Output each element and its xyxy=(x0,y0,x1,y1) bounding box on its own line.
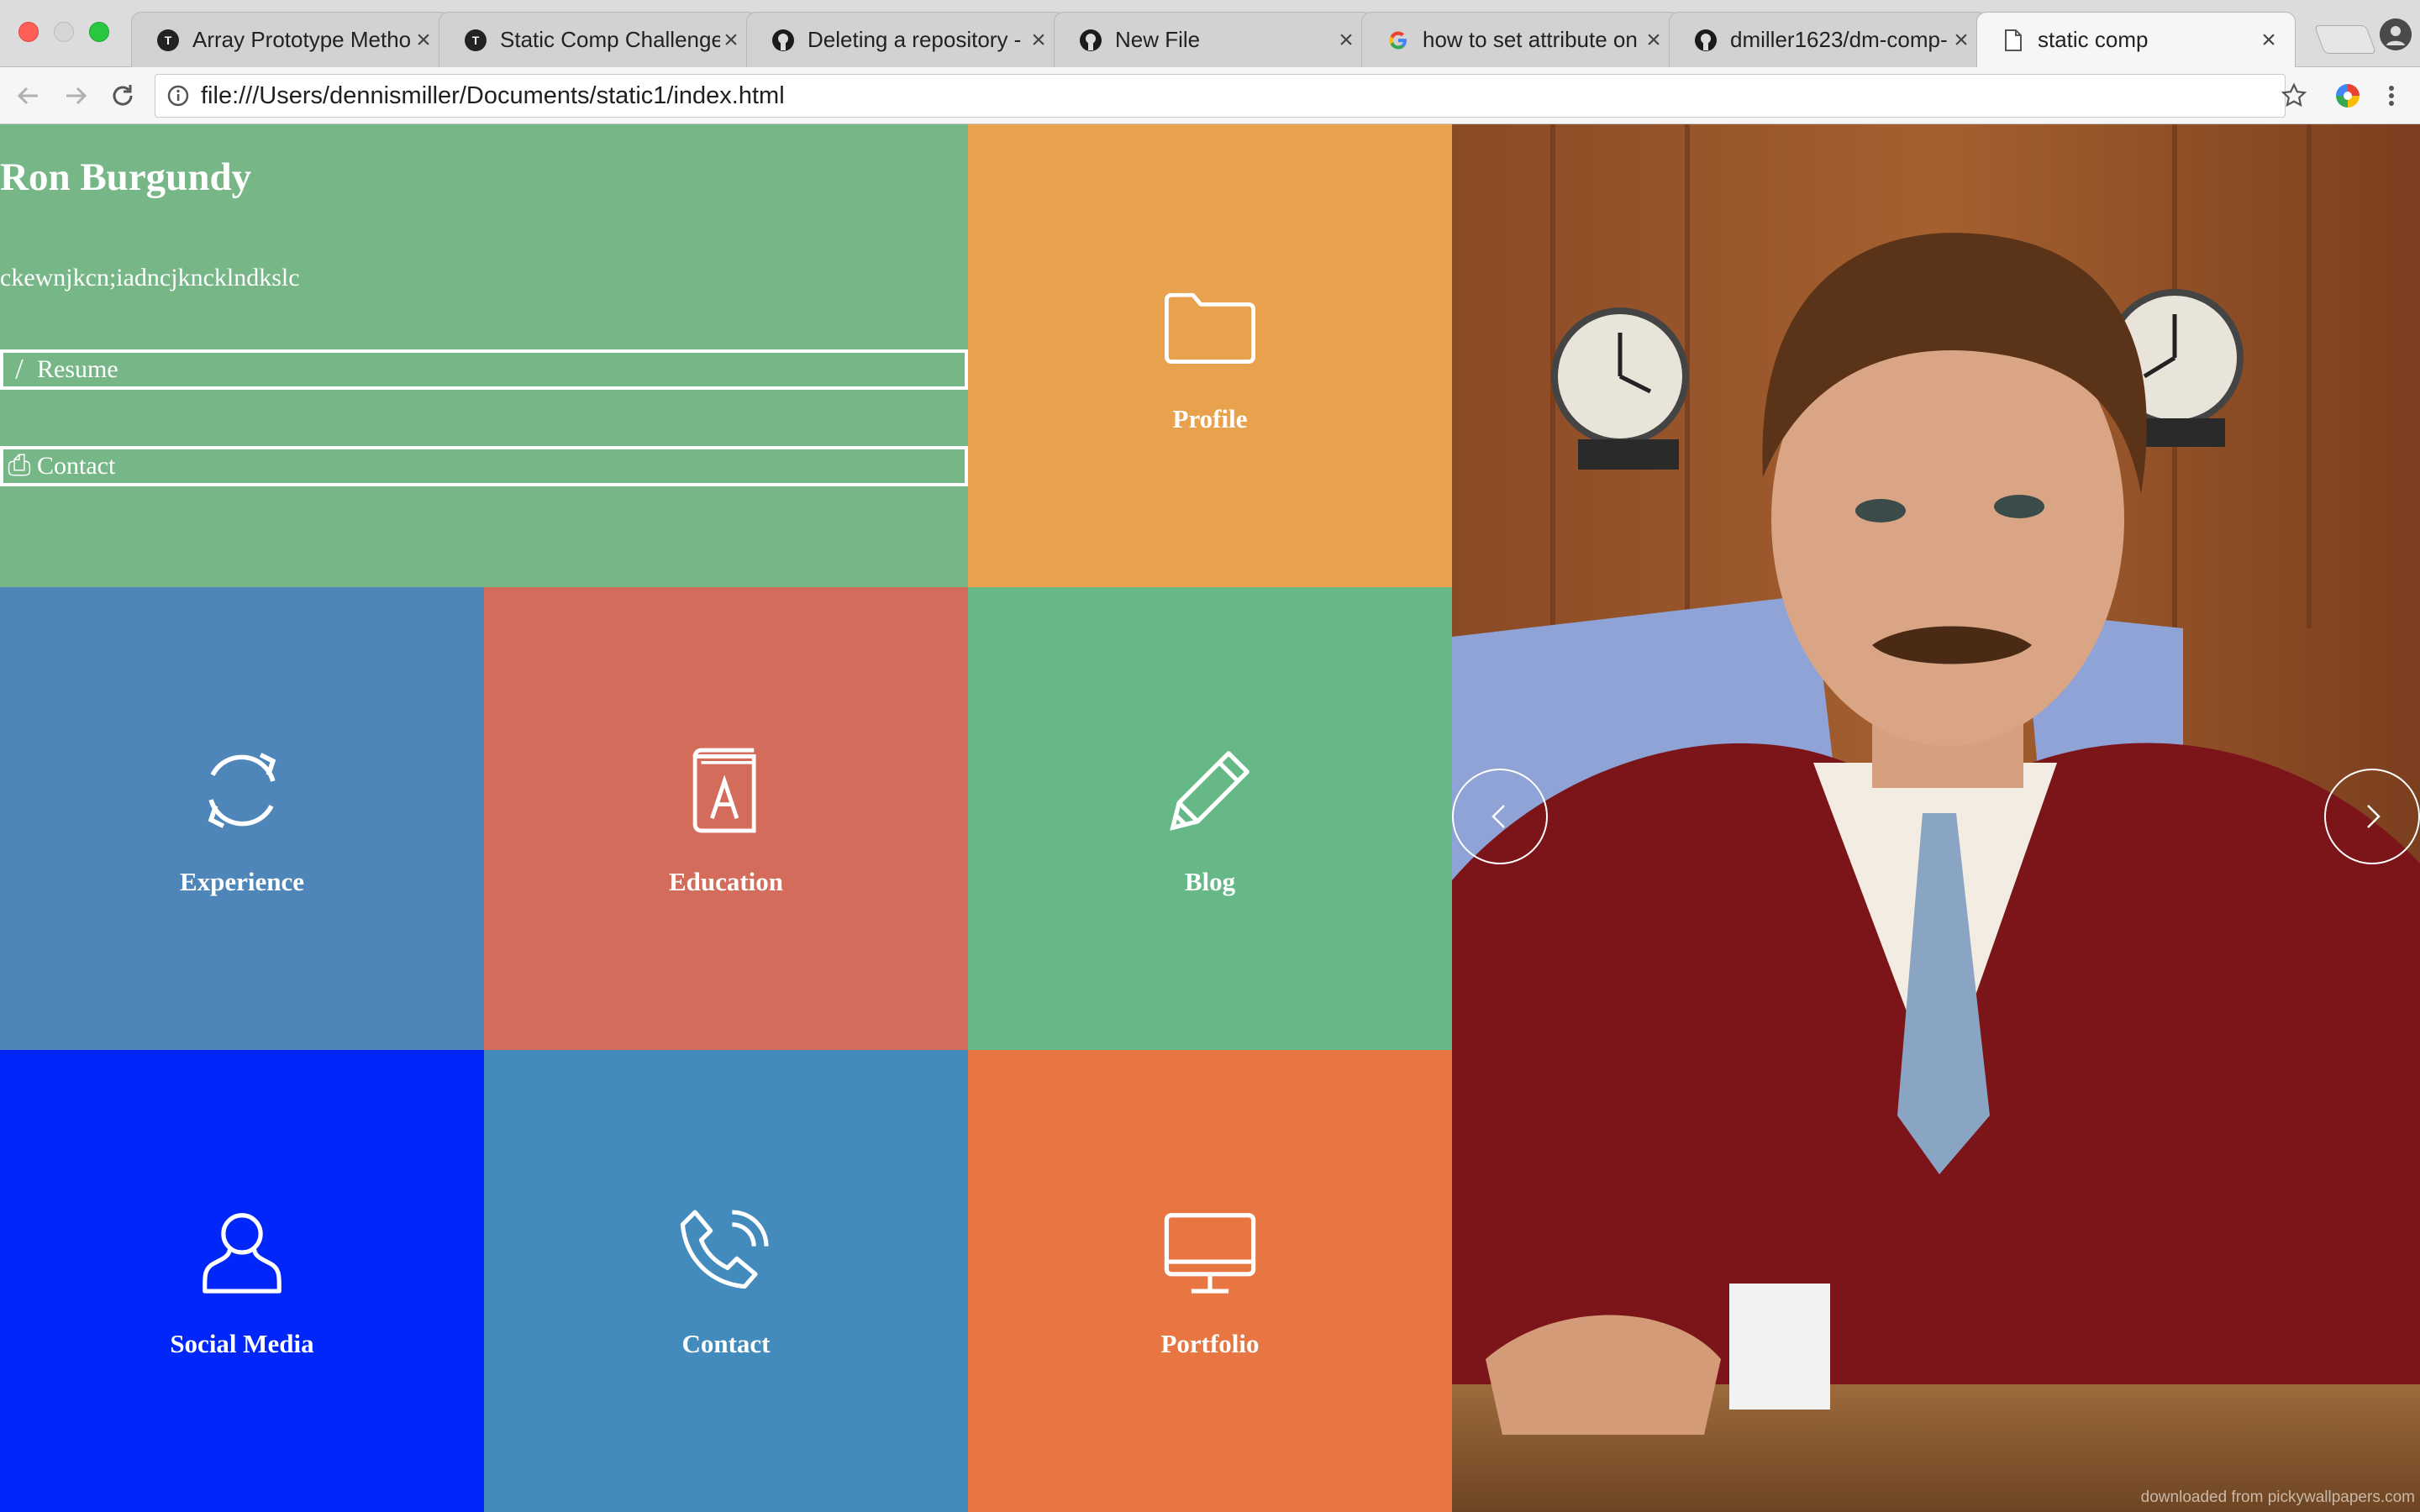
hero-photo-carousel: downloaded from pickywallpapers.com xyxy=(1452,124,2420,1512)
github-icon xyxy=(771,28,796,53)
profile-tile[interactable]: Profile xyxy=(968,124,1452,587)
tab-title: Deleting a repository - xyxy=(808,27,1022,52)
arrow-left-icon xyxy=(17,87,38,105)
color-wheel-icon xyxy=(2336,84,2360,108)
tagline: ckewnjkcn;iadncjkncklndkslc xyxy=(0,264,300,291)
reload-icon xyxy=(113,85,133,106)
page-title: Ron Burgundy xyxy=(0,155,252,199)
tab-title: New File xyxy=(1115,27,1201,52)
reload-button[interactable] xyxy=(106,79,139,113)
contact-button[interactable]: ⎙ Contact xyxy=(0,446,968,486)
carousel-prev-button[interactable] xyxy=(1452,769,1548,864)
contact-label: Contact xyxy=(37,452,116,480)
experience-tile[interactable]: Experience xyxy=(0,587,484,1050)
tab-title: static comp xyxy=(2038,27,2149,52)
google-icon xyxy=(1386,28,1411,53)
tile-label: Portfolio xyxy=(1160,1329,1260,1358)
browser-tab[interactable]: New File × xyxy=(1054,12,1373,67)
tab-close-button[interactable]: × xyxy=(413,27,434,52)
tab-title: Static Comp Challenge xyxy=(500,27,720,52)
browser-toolbar: file:///Users/dennismiller/Documents/sta… xyxy=(0,67,2420,124)
tab-close-button[interactable]: × xyxy=(1028,27,1050,52)
profile-avatar-icon[interactable] xyxy=(2380,18,2412,50)
browser-tab[interactable]: T Array Prototype Metho × xyxy=(131,12,450,67)
info-icon[interactable] xyxy=(167,85,189,107)
tile-label: Education xyxy=(668,866,784,896)
contact-tile[interactable]: Contact xyxy=(484,1050,968,1512)
tile-label: Profile xyxy=(1172,403,1248,433)
education-tile[interactable]: Education xyxy=(484,587,968,1050)
browser-tab-strip: T Array Prototype Metho × T Static Comp … xyxy=(0,0,2420,67)
window-minimize-button[interactable] xyxy=(54,22,74,42)
chevron-left-icon xyxy=(1491,805,1505,828)
tab-close-button[interactable]: × xyxy=(1335,27,1357,52)
browser-tab-active[interactable]: static comp × xyxy=(1976,12,2296,67)
more-vertical-icon xyxy=(2389,86,2394,106)
browser-tab[interactable]: how to set attribute on × xyxy=(1361,12,1681,67)
tab-title: how to set attribute on xyxy=(1423,27,1638,52)
refresh-icon xyxy=(208,752,276,828)
tab-close-button[interactable]: × xyxy=(720,27,742,52)
intro-panel: Ron Burgundy ckewnjkcn;iadncjkncklndkslc… xyxy=(0,124,968,587)
menu-button[interactable] xyxy=(2375,79,2408,113)
turing-icon: T xyxy=(463,28,488,53)
page-icon xyxy=(2001,28,2026,53)
folder-icon xyxy=(1164,292,1256,364)
browser-tab[interactable]: dmiller1623/dm-comp- × xyxy=(1669,12,1988,67)
window-maximize-button[interactable] xyxy=(89,22,109,42)
image-credit: downloaded from pickywallpapers.com xyxy=(2140,1488,2415,1506)
pencil-icon xyxy=(1170,750,1249,831)
tab-title: dmiller1623/dm-comp- xyxy=(1730,27,1948,52)
color-extension-button[interactable] xyxy=(2331,79,2365,113)
tab-close-button[interactable]: × xyxy=(2258,27,2280,52)
tab-close-button[interactable]: × xyxy=(1643,27,1665,52)
tab-close-button[interactable]: × xyxy=(1950,27,1972,52)
tile-label: Experience xyxy=(179,866,305,896)
pencil-icon: / xyxy=(15,354,24,385)
github-icon xyxy=(1693,28,1718,53)
address-bar[interactable]: file:///Users/dennismiller/Documents/sta… xyxy=(155,74,2286,118)
turing-icon: T xyxy=(155,28,181,53)
browser-tab[interactable]: T Static Comp Challenge × xyxy=(439,12,758,67)
social-media-tile[interactable]: Social Media xyxy=(0,1050,484,1512)
ron-burgundy-photo xyxy=(1452,124,2420,1512)
user-icon xyxy=(203,1213,281,1294)
blog-tile[interactable]: Blog xyxy=(968,587,1452,1050)
monitor-icon xyxy=(1164,1213,1256,1294)
resume-label: Resume xyxy=(37,355,118,383)
portfolio-tile[interactable]: Portfolio xyxy=(968,1050,1452,1512)
book-icon xyxy=(692,748,756,832)
github-icon xyxy=(1078,28,1103,53)
bookmark-button[interactable] xyxy=(2277,79,2311,113)
forward-button[interactable] xyxy=(59,79,92,113)
resume-button[interactable]: / Resume xyxy=(0,349,968,390)
page-content: Ron Burgundy ckewnjkcn;iadncjkncklndkslc… xyxy=(0,124,2420,1512)
svg-text:T: T xyxy=(165,34,172,47)
tile-label: Contact xyxy=(681,1329,771,1358)
chevron-right-icon xyxy=(2367,805,2381,828)
window-close-button[interactable] xyxy=(18,22,39,42)
svg-text:T: T xyxy=(472,34,480,47)
tab-title: Array Prototype Metho xyxy=(192,27,412,52)
tile-label: Blog xyxy=(1184,866,1236,896)
url-text: file:///Users/dennismiller/Documents/sta… xyxy=(201,81,785,109)
carousel-next-button[interactable] xyxy=(2324,769,2420,864)
new-tab-button[interactable] xyxy=(2313,25,2377,54)
browser-tab[interactable]: Deleting a repository - × xyxy=(746,12,1065,67)
printer-icon: ⎙ xyxy=(8,450,31,481)
arrow-right-icon xyxy=(66,87,87,105)
tile-label: Social Media xyxy=(170,1329,314,1358)
phone-icon xyxy=(680,1210,769,1289)
star-icon xyxy=(2281,82,2307,108)
back-button[interactable] xyxy=(12,79,45,113)
